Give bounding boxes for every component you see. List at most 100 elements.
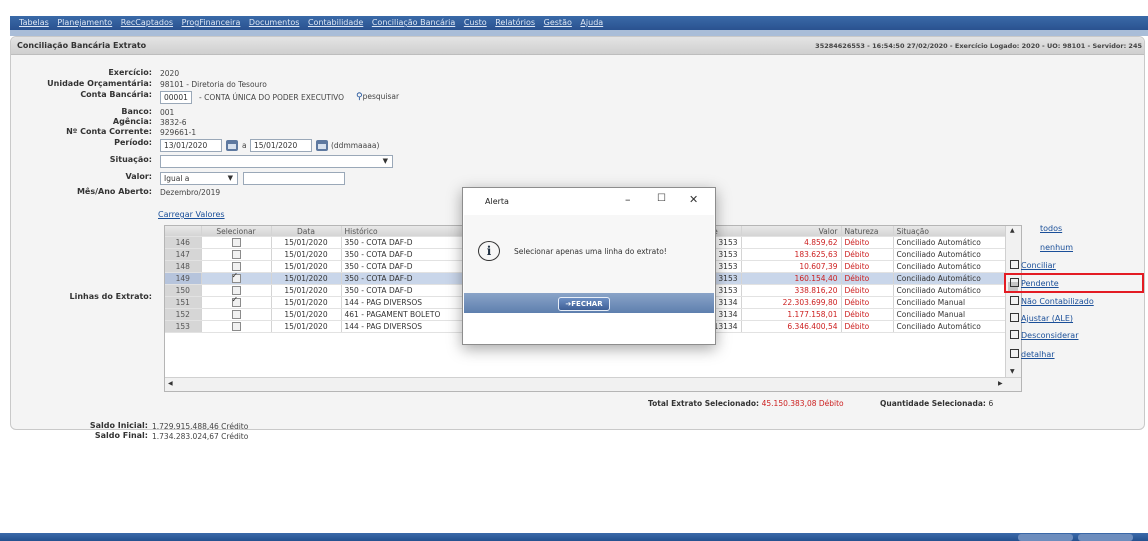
row-number: 153 [165, 320, 202, 333]
saldo-final-label: Saldo Final: [94, 431, 148, 440]
menu-tabelas[interactable]: Tabelas [16, 16, 52, 30]
row-historico: 461 - PAGAMENT BOLETO [341, 308, 467, 321]
menu-relatorios[interactable]: Relatórios [492, 16, 538, 30]
valor-operator-select[interactable]: Igual a ▼ [160, 172, 238, 185]
checkbox[interactable] [231, 238, 241, 248]
saldo-final-value: 1.734.283.024,67 Crédito [152, 432, 249, 441]
menu-ajuda[interactable]: Ajuda [577, 16, 606, 30]
menu-contabilidade[interactable]: Contabilidade [305, 16, 366, 30]
column-header[interactable]: Valor [741, 226, 842, 237]
menu-progfinanceira[interactable]: ProgFinanceira [179, 16, 244, 30]
total-label: Total Extrato Selecionado: [648, 399, 759, 408]
row-historico: 350 - COTA DAF-D [341, 260, 467, 273]
row-valor: 4.859,62 [741, 236, 842, 249]
todos-link[interactable]: todos [1040, 224, 1062, 233]
nao-contabilizado-link[interactable]: Não Contabilizado [1010, 296, 1094, 306]
edit-icon [1010, 296, 1019, 305]
checkbox[interactable] [231, 286, 241, 296]
exercicio-label: Exercício: [108, 68, 152, 77]
chevron-down-icon: ▼ [382, 157, 388, 165]
select-checkbox[interactable] [201, 236, 272, 249]
menu-custo[interactable]: Custo [461, 16, 490, 30]
footer-bar [0, 533, 1148, 541]
horizontal-scrollbar[interactable]: ◀ ▶ [165, 377, 1021, 391]
quantidade-label: Quantidade Selecionada: [880, 399, 986, 408]
maximize-icon[interactable]: ☐ [657, 193, 666, 204]
column-header[interactable]: Data [271, 226, 342, 237]
edit-icon [1010, 330, 1019, 339]
row-historico: 144 - PAG DIVERSOS [341, 320, 467, 333]
valor-label: Valor: [125, 172, 152, 181]
mes-ano-label: Mês/Ano Aberto: [76, 187, 152, 196]
checkbox[interactable] [231, 262, 241, 272]
calendar-icon[interactable] [316, 140, 328, 151]
conciliar-link[interactable]: Conciliar [1010, 260, 1056, 270]
valor-input[interactable] [243, 172, 345, 185]
footer-button[interactable] [1018, 534, 1073, 541]
periodo-label: Período: [114, 138, 152, 147]
select-checkbox[interactable] [201, 308, 272, 321]
minimize-icon[interactable]: – [625, 193, 631, 206]
menu-conciliacao-bancaria[interactable]: Conciliação Bancária [369, 16, 458, 30]
row-natureza: Débito [841, 320, 894, 333]
column-header[interactable]: Situação [893, 226, 1006, 237]
situacao-select[interactable]: ▼ [160, 155, 393, 168]
select-checkbox[interactable] [201, 284, 272, 297]
checkbox[interactable] [231, 273, 241, 284]
checkbox[interactable] [231, 310, 241, 320]
checkbox[interactable] [231, 250, 241, 260]
row-natureza: Débito [841, 260, 894, 273]
column-header[interactable]: Selecionar [201, 226, 272, 237]
checkbox[interactable] [231, 297, 241, 308]
row-situacao: Conciliado Automático [893, 248, 1006, 261]
conta-bancaria-input[interactable]: 00001 [160, 91, 192, 104]
quantidade-selecionada: Quantidade Selecionada: 6 [880, 399, 993, 408]
calendar-icon[interactable] [226, 140, 238, 151]
row-valor: 10.607,39 [741, 260, 842, 273]
highlight-box [1004, 273, 1144, 293]
periodo-inicio-input[interactable]: 13/01/2020 [160, 139, 222, 152]
mes-ano-value: Dezembro/2019 [160, 188, 221, 197]
close-icon[interactable]: ✕ [689, 193, 698, 206]
row-natureza: Débito [841, 308, 894, 321]
scroll-left-icon[interactable]: ◀ [168, 380, 173, 387]
menu-planejamento[interactable]: Planejamento [54, 16, 115, 30]
checkbox[interactable] [231, 322, 241, 332]
row-situacao: Conciliado Automático [893, 272, 1006, 285]
desconsiderar-link[interactable]: Desconsiderar [1010, 330, 1078, 340]
detalhar-link[interactable]: detalhar [1010, 349, 1055, 359]
conta-bancaria-label: Conta Bancária: [80, 90, 152, 99]
ajustar-ale-link[interactable]: Ajustar (ALE) [1010, 313, 1073, 323]
dialog-titlebar: Alerta – ☐ ✕ [463, 188, 715, 214]
dialog-body: i Selecionar apenas uma linha do extrato… [464, 215, 714, 293]
info-icon: i [478, 241, 500, 261]
dialog-message: Selecionar apenas uma linha do extrato! [514, 247, 667, 256]
select-checkbox[interactable] [201, 248, 272, 261]
periodo-format-hint: (ddmmaaaa) [331, 141, 380, 150]
scroll-right-icon[interactable]: ▶ [998, 380, 1003, 387]
row-valor: 6.346.400,54 [741, 320, 842, 333]
chevron-down-icon: ▼ [227, 174, 233, 182]
exercicio-value: 2020 [160, 69, 180, 78]
dialog-title: Alerta [485, 197, 509, 206]
row-date: 15/01/2020 [271, 236, 342, 249]
fechar-button[interactable]: ➔FECHAR [558, 297, 610, 311]
menu-documentos[interactable]: Documentos [246, 16, 303, 30]
scroll-up-icon[interactable]: ▲ [1010, 227, 1015, 234]
row-number: 152 [165, 308, 202, 321]
scroll-down-icon[interactable]: ▼ [1010, 368, 1015, 375]
menu-gestao[interactable]: Gestão [541, 16, 575, 30]
periodo-fim-input[interactable]: 15/01/2020 [250, 139, 312, 152]
menu-reccaptados[interactable]: RecCaptados [118, 16, 176, 30]
column-header[interactable]: Natureza [841, 226, 894, 237]
select-checkbox[interactable] [201, 320, 272, 333]
select-checkbox[interactable] [201, 272, 272, 285]
select-checkbox[interactable] [201, 260, 272, 273]
row-valor: 22.303.699,80 [741, 296, 842, 309]
column-header[interactable]: Histórico [341, 226, 467, 237]
nenhum-link[interactable]: nenhum [1040, 243, 1073, 252]
pesquisar-link[interactable]: ⚲pesquisar [356, 92, 399, 102]
footer-button[interactable] [1078, 534, 1133, 541]
carregar-valores-link[interactable]: Carregar Valores [158, 210, 225, 219]
select-checkbox[interactable] [201, 296, 272, 309]
